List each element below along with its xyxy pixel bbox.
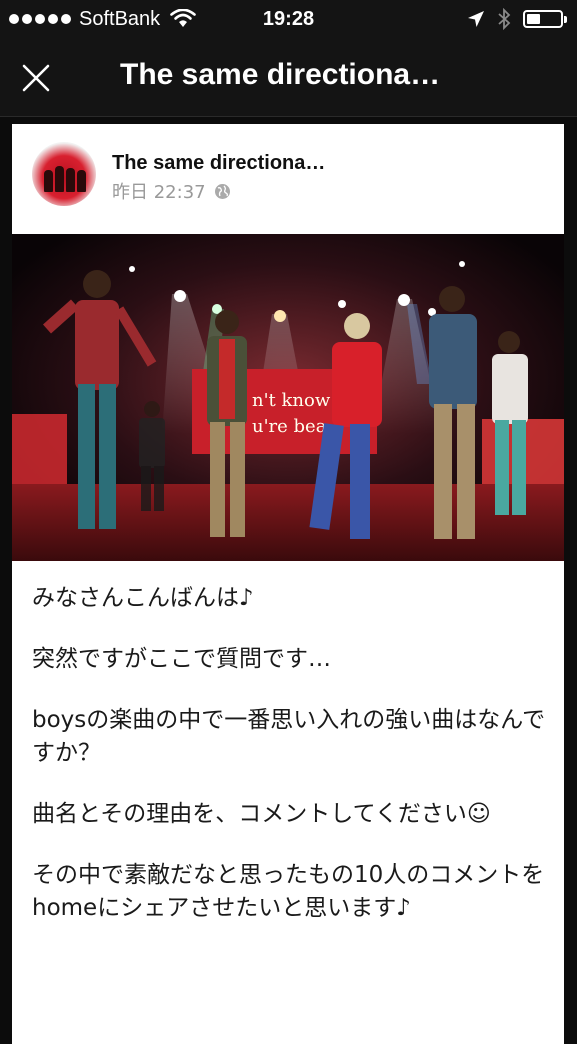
- page-name-link[interactable]: The same directiona…: [112, 152, 325, 175]
- status-bar: SoftBank 19:28: [0, 0, 577, 38]
- status-indicators: [467, 8, 567, 30]
- navigation-bar: The same directiona…: [0, 38, 577, 117]
- avatar-figure: [66, 168, 75, 192]
- screen-lyric-line-2: u're bea: [252, 416, 327, 437]
- battery-icon: [523, 10, 567, 28]
- post-paragraph: 突然ですがここで質問です…: [32, 646, 331, 672]
- location-arrow-icon: [468, 11, 484, 27]
- avatar-figure: [44, 170, 53, 192]
- bluetooth-icon: [498, 8, 511, 30]
- post-header: The same directiona… 昨日 22:37: [12, 124, 564, 234]
- screen-lyric-line-1: n't know: [252, 390, 331, 411]
- battery-level: [527, 14, 540, 24]
- signal-strength-icon: [9, 14, 71, 24]
- post-meta: 昨日 22:37: [112, 178, 231, 204]
- post-body: みなさんこんばんは♪ 突然ですがここで質問です… boysの楽曲の中で一番思い入…: [32, 582, 552, 953]
- page-title: The same directiona…: [120, 58, 441, 91]
- avatar-figure: [55, 166, 64, 192]
- close-icon[interactable]: [18, 60, 54, 96]
- post-paragraph: その中で素敵だなと思ったもの10人のコメントをhomeにシェアさせたいと思います…: [32, 862, 545, 921]
- post-paragraph: みなさんこんばんは♪: [32, 585, 254, 611]
- globe-icon: [214, 183, 230, 199]
- post-paragraph: boysの楽曲の中で一番思い入れの強い曲はなんですか？: [32, 707, 546, 766]
- post-photo[interactable]: n't know u're bea: [12, 234, 564, 561]
- carrier-name: SoftBank: [79, 7, 161, 30]
- wifi-icon: [170, 9, 196, 27]
- post-card: The same directiona… 昨日 22:37 n't know u…: [12, 124, 564, 1044]
- avatar-figure: [77, 170, 86, 192]
- post-timestamp[interactable]: 昨日 22:37: [112, 178, 206, 204]
- post-paragraph: 曲名とその理由を、コメントしてください☺: [32, 801, 491, 827]
- page-avatar[interactable]: [32, 142, 96, 206]
